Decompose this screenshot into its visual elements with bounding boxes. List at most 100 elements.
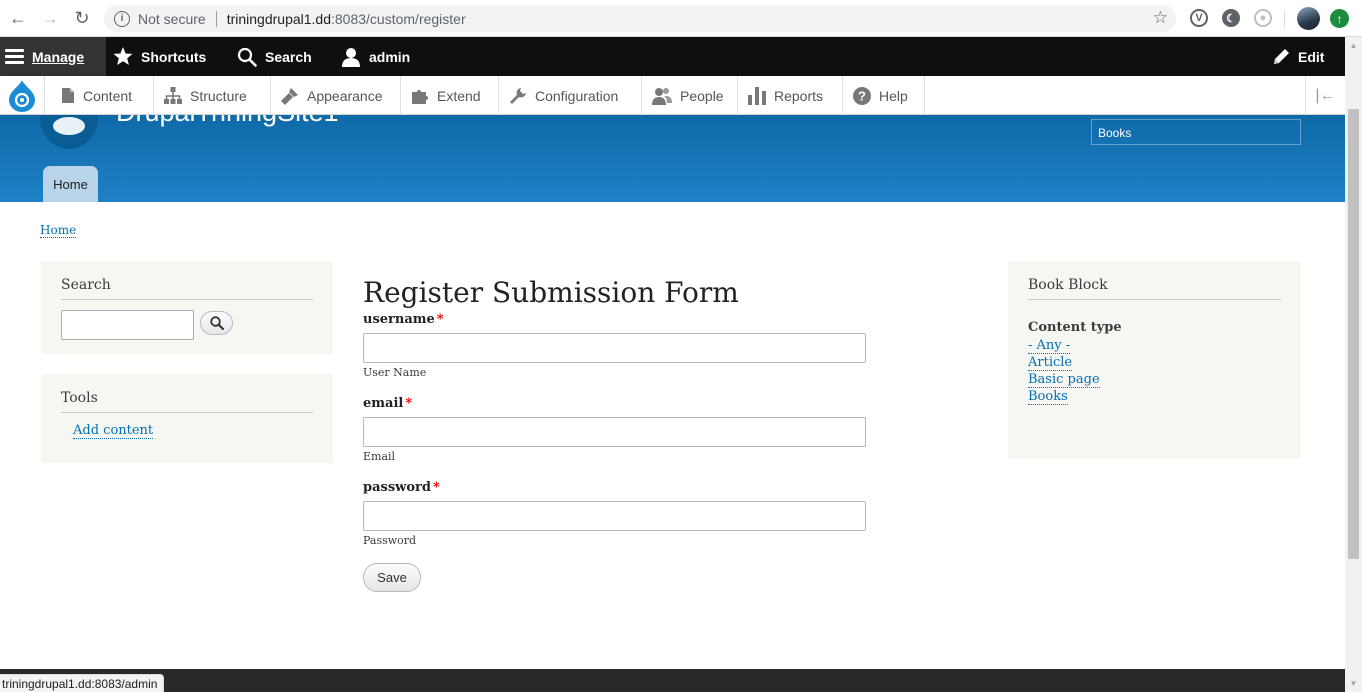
tools-block-title: Tools (61, 390, 313, 413)
manage-tab[interactable]: Manage (0, 37, 106, 76)
toolbar-orientation-toggle-icon[interactable]: |← (1305, 76, 1345, 115)
username-description: User Name (363, 366, 427, 379)
puzzle-icon (411, 87, 429, 105)
drupal-toolbar: Manage Shortcuts Search admin Edit (0, 37, 1345, 76)
save-button[interactable]: Save (363, 563, 421, 592)
security-label: Not secure (138, 10, 206, 27)
link-status-bubble: triningdrupal1.dd:8083/admin (0, 674, 165, 692)
shortcuts-label: Shortcuts (141, 48, 207, 65)
username-field: username * User Name (363, 311, 983, 379)
menu-item-reports[interactable]: Reports (738, 76, 843, 115)
edit-tab[interactable]: Edit (1272, 37, 1324, 76)
scrollbar-thumb[interactable] (1348, 109, 1359, 559)
content-type-link-any[interactable]: - Any - (1028, 338, 1071, 354)
edit-label: Edit (1298, 48, 1325, 65)
book-block-title: Book Block (1028, 277, 1281, 300)
menu-item-people[interactable]: People (642, 76, 738, 115)
vimeo-extension-icon[interactable]: V (1190, 9, 1208, 27)
content-type-link-article[interactable]: Article (1028, 355, 1073, 371)
profile-avatar[interactable] (1297, 7, 1320, 30)
password-description: Password (363, 534, 417, 547)
password-label: password * (363, 480, 440, 495)
help-icon: ? (853, 86, 871, 105)
menu-item-label: Configuration (535, 87, 619, 104)
search-block: Search (41, 261, 333, 354)
people-icon (652, 87, 672, 105)
site-name[interactable]: DrupalTriningSite1 (116, 115, 339, 128)
hamburger-icon (5, 49, 24, 64)
page-scrollbar[interactable]: ▲ ▼ (1345, 37, 1362, 692)
menu-item-label: Help (879, 87, 908, 104)
scroll-down-arrow-icon[interactable]: ▼ (1345, 675, 1362, 692)
sitemap-icon (164, 86, 182, 105)
bookmark-star-icon[interactable]: ☆ (1153, 8, 1168, 28)
menu-item-label: People (680, 87, 724, 104)
star-icon (113, 47, 133, 66)
username-input[interactable] (363, 333, 866, 363)
bar-chart-icon (748, 86, 766, 105)
manage-label: Manage (32, 48, 85, 65)
search-icon (237, 47, 257, 67)
site-footer (0, 669, 1345, 692)
update-arrow-icon[interactable]: ↑ (1330, 9, 1349, 28)
username-label: username * (363, 312, 444, 327)
site-logo[interactable] (40, 115, 98, 149)
add-content-link[interactable]: Add content (73, 423, 154, 439)
dark-mode-extension-icon[interactable]: ☾ (1222, 9, 1240, 27)
content-type-link-books[interactable]: Books (1028, 389, 1068, 405)
wrench-icon (509, 87, 527, 105)
menu-item-help[interactable]: ? Help (843, 76, 925, 115)
email-label: email * (363, 396, 413, 411)
scroll-up-arrow-icon[interactable]: ▲ (1345, 37, 1362, 54)
menu-item-label: Reports (774, 87, 824, 104)
search-icon (209, 316, 224, 330)
toolbar-separator (1284, 10, 1285, 28)
menu-item-appearance[interactable]: Appearance (271, 76, 401, 115)
menu-item-label: Content (83, 87, 133, 104)
menu-item-configuration[interactable]: Configuration (499, 76, 642, 115)
user-tab[interactable]: admin (341, 37, 410, 76)
user-icon (341, 47, 361, 67)
url-path: :8083/custom/register (331, 10, 466, 27)
shortcuts-tab[interactable]: Shortcuts (113, 37, 206, 76)
browser-toolbar: ← → ↻ i Not secure triningdrupal1.dd:808… (0, 0, 1362, 37)
menu-item-label: Extend (437, 87, 481, 104)
tools-block: Tools Add content (41, 374, 333, 463)
menu-item-structure[interactable]: Structure (154, 76, 271, 115)
svg-text:?: ? (858, 88, 866, 103)
ghost-extension-icon[interactable]: ● (1254, 9, 1272, 27)
home-tab[interactable]: Home (43, 166, 98, 202)
back-arrow-icon[interactable]: ← (6, 6, 30, 30)
header-books-block: Books (1091, 119, 1301, 145)
search-block-title: Search (61, 277, 313, 300)
search-tab[interactable]: Search (237, 37, 312, 76)
page-title: Register Submission Form (363, 276, 739, 309)
forward-arrow-icon[interactable]: → (38, 6, 62, 30)
address-bar[interactable]: i Not secure triningdrupal1.dd:8083/cust… (104, 5, 1176, 32)
password-field: password * Password (363, 479, 983, 547)
reload-icon[interactable]: ↻ (70, 6, 94, 30)
menu-item-label: Appearance (307, 87, 383, 104)
search-label: Search (265, 48, 312, 65)
menu-item-content[interactable]: Content (45, 76, 154, 115)
url-host: triningdrupal1.dd (226, 10, 331, 27)
email-description: Email (363, 450, 396, 463)
breadcrumb: Home (40, 223, 77, 238)
user-label: admin (369, 48, 411, 65)
main-content: Register Submission Form username * User … (363, 275, 983, 592)
site-header: DrupalTriningSite1 Books Home (0, 115, 1345, 202)
menu-item-label: Structure (190, 87, 247, 104)
sidebar-search-button[interactable] (200, 311, 233, 335)
content-type-link-basic-page[interactable]: Basic page (1028, 372, 1100, 388)
menu-item-extend[interactable]: Extend (401, 76, 499, 115)
password-input[interactable] (363, 501, 866, 531)
email-field: email * Email (363, 395, 983, 463)
info-icon[interactable]: i (114, 10, 130, 27)
breadcrumb-home-link[interactable]: Home (40, 223, 77, 238)
pencil-icon (1272, 48, 1290, 66)
sidebar-search-input[interactable] (61, 310, 194, 340)
omnibox-separator (215, 10, 217, 27)
admin-menu-tray: Content Structure Appearance Extend Conf… (0, 76, 1345, 115)
drupal-logo-icon[interactable] (0, 76, 45, 115)
email-input[interactable] (363, 417, 866, 447)
